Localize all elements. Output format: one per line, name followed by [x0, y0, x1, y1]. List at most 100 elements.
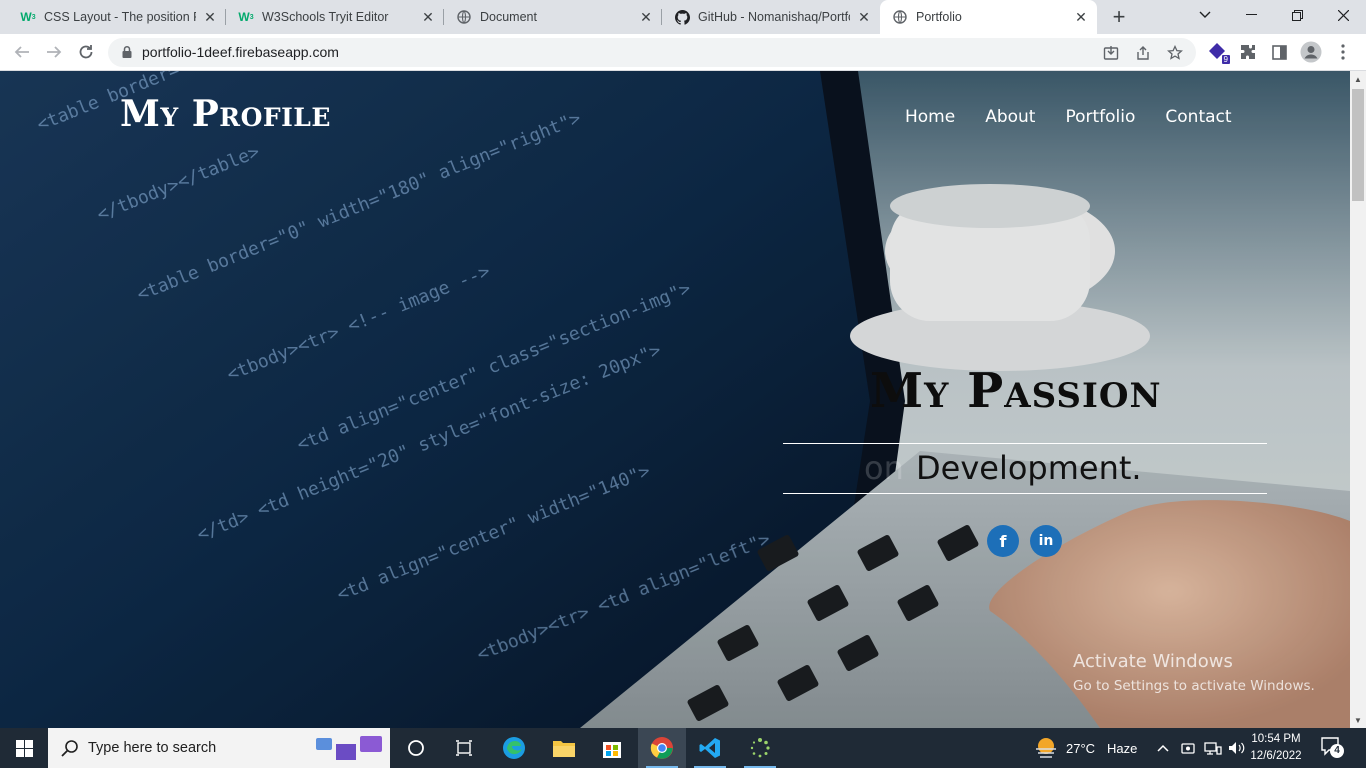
url-text[interactable]: portfolio-1deef.firebaseapp.com: [142, 44, 339, 60]
network-icon[interactable]: [1204, 728, 1222, 768]
taskbar-search-box[interactable]: Type here to search: [48, 728, 390, 768]
github-icon: [674, 9, 690, 25]
profile-button[interactable]: [1299, 40, 1323, 64]
tab-w3schools-tryit[interactable]: W3 W3Schools Tryit Editor ✕: [226, 0, 444, 34]
globe-icon: [456, 9, 472, 25]
side-panel-button[interactable]: [1267, 40, 1291, 64]
tab-search-button[interactable]: [1182, 0, 1228, 30]
tab-title: GitHub - Nomanishaq/Portfo: [698, 10, 850, 24]
globe-icon: [892, 9, 908, 25]
back-button[interactable]: [9, 39, 35, 65]
restore-icon: [1291, 9, 1303, 21]
weather-widget[interactable]: 27°C Haze: [1034, 728, 1137, 768]
taskbar-chrome[interactable]: [638, 728, 686, 768]
scroll-down-arrow-icon[interactable]: ▼: [1350, 712, 1366, 728]
windows-taskbar: Type here to search 27°C Haze 10:54 PM 1…: [0, 728, 1366, 768]
tab-strip: W3 CSS Layout - The position Pr ✕ W3 W3S…: [0, 0, 1366, 34]
share-icon[interactable]: [1132, 42, 1154, 64]
bookmark-star-icon[interactable]: [1164, 42, 1186, 64]
cortana-circle-icon: [408, 740, 424, 756]
install-app-icon[interactable]: [1100, 42, 1122, 64]
tab-portfolio[interactable]: Portfolio ✕: [880, 0, 1097, 34]
taskbar-edge[interactable]: [490, 728, 538, 768]
tab-title: Portfolio: [916, 10, 962, 24]
search-highlight-icon: [316, 736, 382, 760]
close-icon: [1337, 9, 1349, 21]
tab-title: Document: [480, 10, 537, 24]
clock-time: 10:54 PM: [1251, 733, 1301, 745]
page-scrollbar[interactable]: ▲ ▼: [1350, 71, 1366, 728]
browser-toolbar: portfolio-1deef.firebaseapp.com 9: [0, 34, 1366, 71]
tab-title: CSS Layout - The position Pr: [44, 10, 196, 24]
close-window-button[interactable]: [1320, 0, 1366, 30]
clock-date: 12/6/2022: [1250, 750, 1302, 762]
tab-title: W3Schools Tryit Editor: [262, 10, 389, 24]
loading-spinner-icon: [750, 738, 770, 758]
nav-home-link[interactable]: Home: [905, 107, 955, 127]
nav-about-link[interactable]: About: [985, 107, 1035, 127]
scroll-thumb[interactable]: [1352, 89, 1364, 201]
tab-css-layout[interactable]: W3 CSS Layout - The position Pr ✕: [8, 0, 226, 34]
search-placeholder: Type here to search: [88, 740, 217, 756]
show-hidden-icons-button[interactable]: [1157, 728, 1169, 768]
notification-center-button[interactable]: 4: [1320, 736, 1346, 760]
hero-heading: My Passion: [870, 363, 1162, 419]
restore-button[interactable]: [1274, 0, 1320, 30]
minimize-icon: [1245, 14, 1257, 15]
new-tab-button[interactable]: +: [1106, 4, 1132, 29]
extensions-button[interactable]: [1236, 40, 1260, 64]
arrow-left-icon: [14, 46, 29, 58]
close-tab-icon[interactable]: ✕: [420, 9, 436, 25]
taskbar-file-explorer[interactable]: [540, 728, 588, 768]
notification-count: 4: [1330, 744, 1344, 758]
chevron-down-icon: [1199, 11, 1211, 18]
start-button[interactable]: [0, 728, 48, 768]
arrow-right-icon: [47, 46, 62, 58]
w3schools-icon: W3: [238, 10, 254, 24]
close-tab-icon[interactable]: ✕: [638, 9, 654, 25]
volume-icon[interactable]: [1228, 728, 1246, 768]
taskbar-clock[interactable]: 10:54 PM 12/6/2022: [1248, 731, 1304, 765]
weather-temp: 27°C: [1066, 740, 1096, 756]
extension-badge-count: 9: [1220, 54, 1231, 65]
task-view-icon: [456, 740, 472, 756]
meet-now-icon[interactable]: [1181, 728, 1195, 768]
heading-divider-top: [783, 443, 1267, 444]
reload-button[interactable]: [73, 39, 99, 65]
nav-contact-link[interactable]: Contact: [1165, 107, 1231, 127]
minimize-button[interactable]: [1228, 0, 1274, 30]
close-tab-icon[interactable]: ✕: [202, 9, 218, 25]
site-nav: Home About Portfolio Contact: [905, 107, 1232, 127]
w3schools-icon: W3: [20, 10, 36, 24]
taskbar-vscode[interactable]: [686, 728, 734, 768]
lock-icon[interactable]: [120, 45, 134, 59]
side-panel-icon: [1271, 44, 1287, 60]
typed-ghost-text: on: [864, 449, 904, 487]
linkedin-icon: in: [1038, 533, 1054, 549]
site-brand[interactable]: My Profile: [120, 93, 331, 135]
page-viewport: <table border="0" cellpadding="0"> </tbo…: [0, 71, 1350, 728]
tab-document[interactable]: Document ✕: [444, 0, 662, 34]
taskbar-loading-app[interactable]: [736, 728, 784, 768]
edge-icon: [503, 737, 525, 759]
close-tab-icon[interactable]: ✕: [1073, 9, 1089, 25]
watermark-subtitle: Go to Settings to activate Windows.: [1073, 678, 1315, 694]
close-tab-icon[interactable]: ✕: [856, 9, 872, 25]
taskbar-store[interactable]: [588, 728, 636, 768]
typed-text-value: Development.: [916, 449, 1142, 487]
menu-button[interactable]: [1331, 40, 1355, 64]
tab-github[interactable]: GitHub - Nomanishaq/Portfo ✕: [662, 0, 880, 34]
heading-divider-bottom: [783, 493, 1267, 494]
nav-portfolio-link[interactable]: Portfolio: [1065, 107, 1135, 127]
task-view-icon-button[interactable]: [440, 728, 488, 768]
scroll-up-arrow-icon[interactable]: ▲: [1350, 71, 1366, 87]
avatar-icon: [1300, 41, 1322, 63]
weather-text: Haze: [1107, 740, 1138, 756]
forward-button[interactable]: [41, 39, 67, 65]
facebook-link[interactable]: f: [987, 525, 1019, 557]
linkedin-link[interactable]: in: [1030, 525, 1062, 557]
extension-badge-button[interactable]: 9: [1205, 40, 1231, 65]
more-vert-icon: [1341, 44, 1345, 60]
address-bar[interactable]: portfolio-1deef.firebaseapp.com: [108, 38, 1196, 67]
task-view-button[interactable]: [392, 728, 440, 768]
